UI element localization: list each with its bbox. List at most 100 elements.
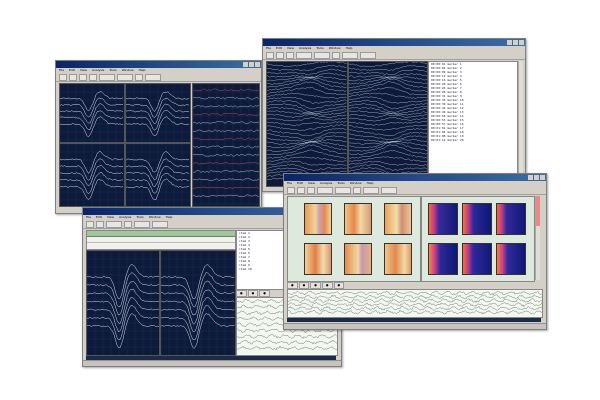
power-map[interactable] (462, 243, 492, 275)
toolbar-button[interactable] (135, 73, 143, 81)
toolbar-button[interactable] (360, 51, 376, 59)
toolbar-button[interactable] (89, 73, 97, 81)
toolbar-button[interactable] (69, 73, 77, 81)
timefreq-panel[interactable] (287, 196, 421, 282)
toolbar-button[interactable] (353, 186, 361, 194)
trace-line (267, 106, 347, 115)
toolbar-button[interactable] (314, 51, 330, 59)
toolbar-button[interactable] (332, 51, 340, 59)
event-list[interactable]: 00:00:01 marker 1 00:00:04 marker 2 00:00:… (428, 61, 518, 187)
titlebar[interactable] (284, 174, 546, 181)
toolbar-button[interactable] (145, 73, 161, 81)
table-row[interactable] (87, 243, 235, 248)
power-map-panel[interactable] (421, 196, 535, 282)
maximize-icon[interactable] (534, 175, 539, 180)
list-item[interactable]: 00:01:12 marker 20 (429, 138, 517, 142)
toolbar-button[interactable] (106, 220, 122, 228)
close-icon[interactable] (540, 175, 545, 180)
toolbar-button[interactable] (134, 220, 150, 228)
toolbar (56, 73, 261, 82)
tab-row: ● ● ● ● ● (287, 282, 345, 289)
titlebar[interactable] (263, 39, 525, 46)
waveform-panel[interactable] (59, 143, 125, 207)
multichannel-eeg-panel[interactable] (348, 61, 428, 187)
vertical-scrollbar[interactable] (535, 196, 540, 280)
minimize-icon[interactable] (528, 175, 533, 180)
spectrogram-map[interactable] (384, 243, 412, 275)
power-map[interactable] (428, 243, 458, 275)
channel-panel[interactable] (192, 83, 260, 207)
close-icon[interactable] (255, 62, 260, 67)
toolbar-button[interactable] (381, 186, 397, 194)
spectrogram-map[interactable] (304, 203, 332, 235)
toolbar-button[interactable] (99, 73, 115, 81)
toolbar-button[interactable] (297, 186, 305, 194)
minimize-icon[interactable] (243, 62, 248, 67)
minimize-icon[interactable] (507, 40, 512, 45)
toolbar-button[interactable] (276, 51, 284, 59)
trace-line (267, 121, 347, 126)
close-icon[interactable] (519, 40, 524, 45)
toolbar-button[interactable] (79, 73, 87, 81)
titlebar[interactable] (56, 61, 261, 68)
spectrogram-map[interactable] (344, 203, 372, 235)
tab[interactable]: ● (259, 290, 270, 297)
toolbar-button[interactable] (59, 73, 67, 81)
tab[interactable]: ● (321, 282, 333, 289)
trace-line (349, 114, 427, 118)
power-map[interactable] (428, 203, 458, 235)
toolbar-button[interactable] (86, 220, 94, 228)
power-map[interactable] (462, 203, 492, 235)
power-map[interactable] (496, 203, 526, 235)
window-front-right[interactable]: File Edit View Analysis Tools Window Hel… (283, 173, 547, 330)
waveform-panel[interactable] (86, 250, 160, 356)
list-item[interactable]: item 10 (237, 267, 287, 271)
multichannel-eeg-panel[interactable] (266, 61, 348, 187)
toolbar-button[interactable] (286, 51, 294, 59)
toolbar-button[interactable] (96, 220, 104, 228)
horizontal-scrollbar[interactable] (287, 318, 541, 322)
eeg-strip[interactable] (287, 289, 543, 318)
tab[interactable]: ● (287, 282, 298, 289)
vertical-scrollbar[interactable] (518, 61, 523, 185)
channel-list[interactable]: item 1 item 2 item 3 item 4 item 5 item 6 item… (236, 230, 288, 290)
maximize-icon[interactable] (249, 62, 254, 67)
toolbar-button[interactable] (335, 186, 351, 194)
trace-line (267, 160, 347, 166)
trace-line (349, 96, 427, 104)
toolbar-button[interactable] (317, 186, 333, 194)
tab[interactable]: ● (333, 282, 345, 289)
trace-line (267, 113, 347, 118)
waveform-panel[interactable] (125, 143, 191, 207)
trace-line (288, 298, 542, 304)
window-back-left[interactable]: File Edit View Analysis Tools Window Hel… (55, 60, 262, 214)
spectrogram-map[interactable] (384, 203, 412, 235)
tab[interactable]: ● (236, 290, 247, 297)
waveform-panel[interactable] (125, 83, 191, 143)
tab[interactable]: ● (247, 290, 259, 297)
maximize-icon[interactable] (513, 40, 518, 45)
tab[interactable]: ● (298, 282, 310, 289)
spectrogram-map[interactable] (344, 243, 372, 275)
trace-line (349, 121, 427, 126)
waveform-panel[interactable] (59, 83, 125, 143)
window-back-right[interactable]: File Edit View Analysis Tools Window Hel… (262, 38, 526, 192)
results-table[interactable] (86, 230, 236, 250)
toolbar-button[interactable] (342, 51, 358, 59)
toolbar-button[interactable] (117, 73, 133, 81)
trace-line (349, 106, 427, 114)
toolbar-button[interactable] (287, 186, 295, 194)
toolbar-button[interactable] (266, 51, 274, 59)
waveform-panel[interactable] (160, 250, 236, 356)
trace-line (267, 100, 347, 110)
power-map[interactable] (496, 243, 526, 275)
toolbar-button[interactable] (296, 51, 312, 59)
toolbar-button[interactable] (124, 220, 132, 228)
trace-line (349, 144, 427, 155)
toolbar-button[interactable] (307, 186, 315, 194)
tab[interactable]: ● (310, 282, 321, 289)
spectrogram-map[interactable] (304, 243, 332, 275)
toolbar-button[interactable] (363, 186, 379, 194)
toolbar-button[interactable] (152, 220, 168, 228)
scrollbar-thumb[interactable] (536, 196, 540, 226)
